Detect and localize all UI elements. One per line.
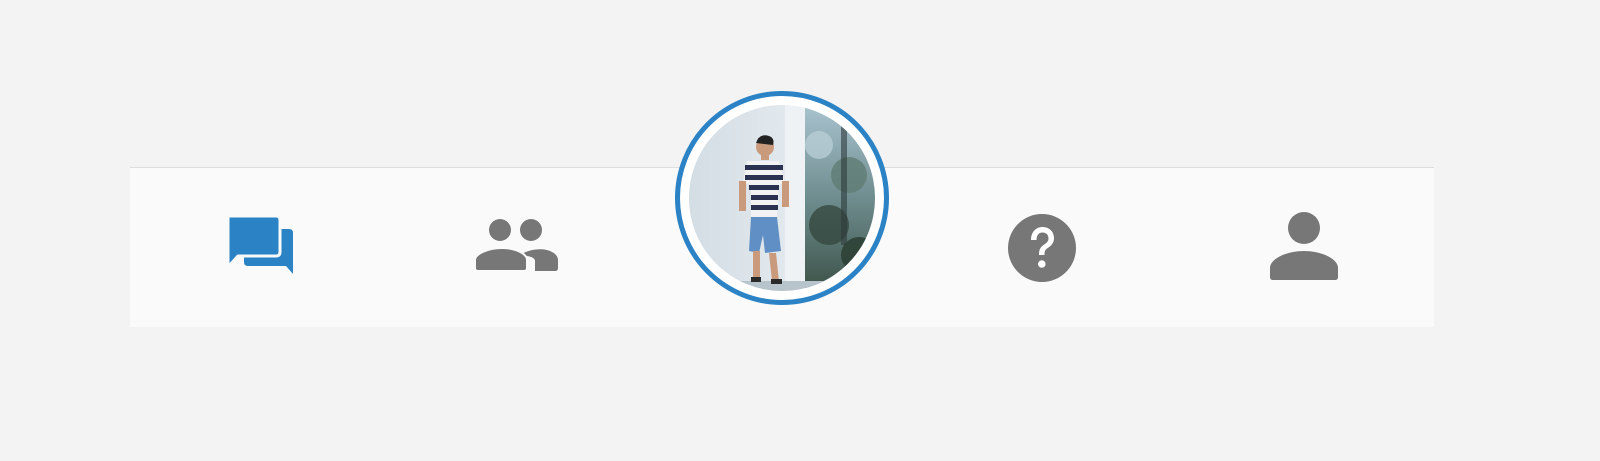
help-circle-icon — [1008, 214, 1076, 282]
center-profile-avatar-button[interactable] — [675, 91, 889, 305]
profile-photo — [689, 105, 875, 291]
app-screen — [0, 0, 1600, 461]
tab-chat[interactable] — [210, 208, 310, 288]
tab-help[interactable] — [992, 208, 1092, 288]
chat-bubbles-icon — [226, 214, 293, 274]
tab-friends[interactable] — [468, 208, 568, 288]
avatar — [689, 105, 875, 291]
person-icon — [1270, 212, 1338, 280]
tab-account[interactable] — [1254, 208, 1354, 288]
people-icon — [474, 219, 558, 272]
